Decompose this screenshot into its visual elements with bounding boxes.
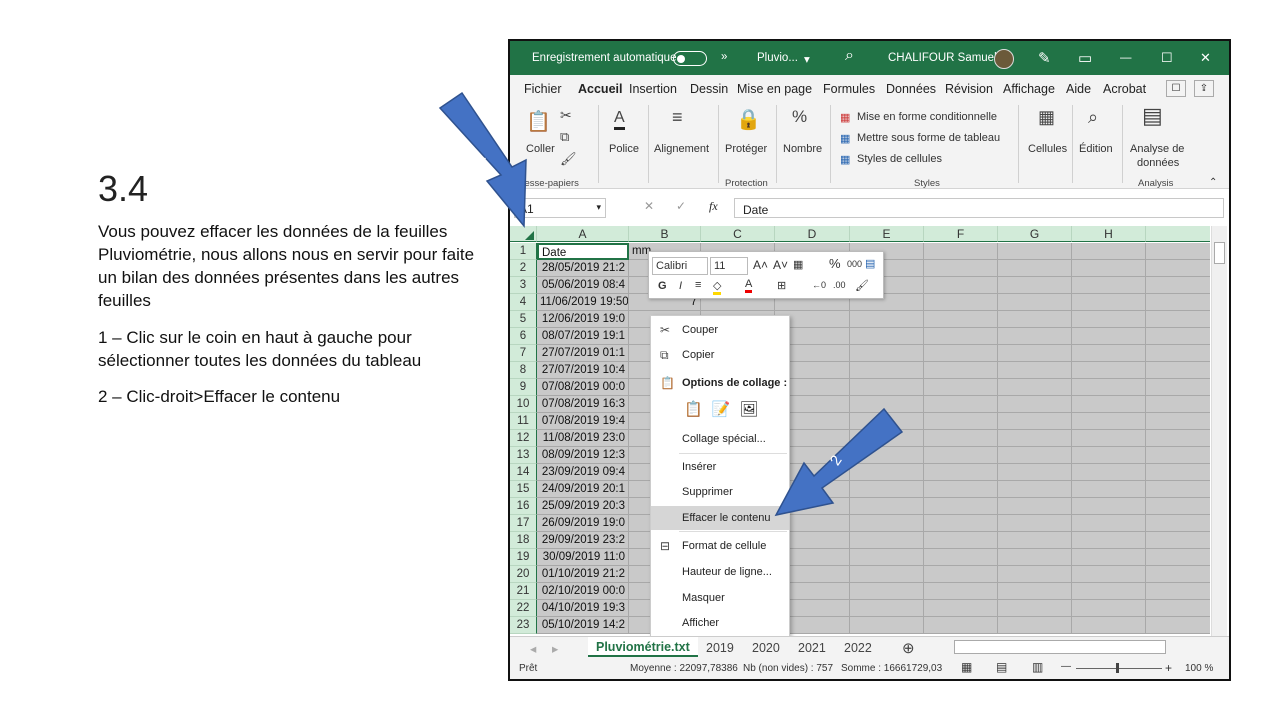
annotation-arrows — [438, 91, 904, 517]
